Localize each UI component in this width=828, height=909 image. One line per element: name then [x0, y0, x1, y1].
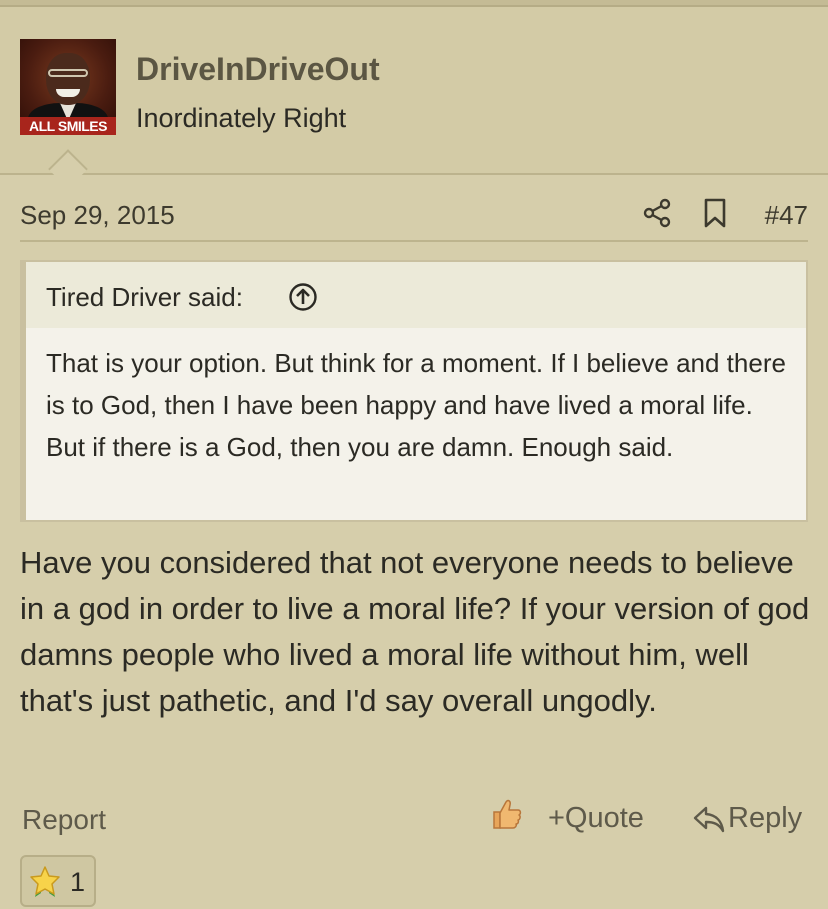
arrow-up-circle-icon[interactable] — [288, 282, 318, 312]
avatar[interactable]: ALL SMILES — [20, 39, 116, 135]
quote-block: Tired Driver said: That is your option. … — [20, 260, 808, 522]
reply-button[interactable]: Reply — [692, 802, 802, 835]
bookmark-icon[interactable] — [702, 198, 728, 228]
report-link[interactable]: Report — [22, 804, 106, 836]
quote-header: Tired Driver said: — [26, 262, 806, 328]
reaction-summary[interactable]: 1 — [20, 855, 96, 907]
reply-icon — [693, 806, 725, 832]
reply-label: Reply — [728, 802, 803, 834]
quote-text: That is your option. But think for a mom… — [46, 348, 786, 462]
username[interactable]: DriveInDriveOut — [136, 51, 380, 88]
post-number[interactable]: #47 — [765, 200, 808, 231]
reaction-count: 1 — [70, 867, 86, 897]
post-actions: Report +Quote Reply — [20, 796, 808, 842]
top-divider — [0, 0, 828, 7]
user-title: Inordinately Right — [136, 103, 347, 133]
quote-button[interactable]: +Quote — [548, 802, 644, 835]
post-body-text: Have you considered that not everyone ne… — [20, 545, 810, 718]
post-meta: Sep 29, 2015 #47 — [20, 188, 808, 242]
thumbs-up-icon[interactable] — [488, 796, 524, 832]
avatar-caption: ALL SMILES — [20, 117, 116, 135]
post-date[interactable]: Sep 29, 2015 — [20, 200, 175, 231]
quote-author: Tired Driver said: — [46, 282, 243, 312]
user-header: ALL SMILES DriveInDriveOut Inordinately … — [0, 7, 828, 175]
star-icon — [30, 866, 60, 897]
share-icon[interactable] — [642, 198, 672, 228]
